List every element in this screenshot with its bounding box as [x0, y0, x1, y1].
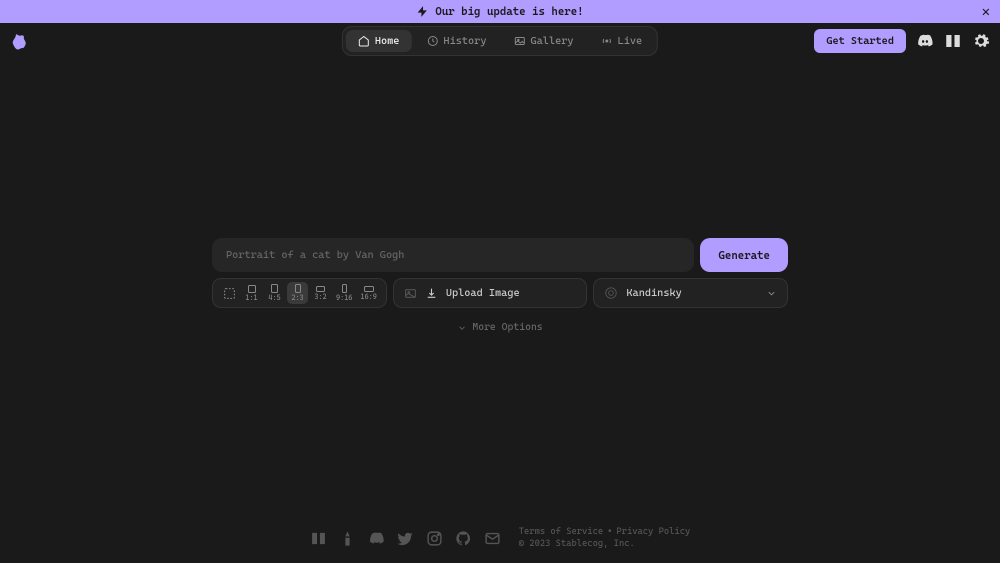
tab-gallery[interactable]: Gallery — [502, 30, 586, 52]
ratio-3-2[interactable]: 3:2 — [310, 284, 331, 303]
discord-icon[interactable] — [916, 32, 934, 50]
app-logo[interactable] — [10, 32, 28, 50]
download-icon — [425, 287, 438, 300]
update-banner: Our big update is here! ✕ — [0, 0, 1000, 23]
email-icon[interactable] — [484, 530, 501, 547]
get-started-button[interactable]: Get Started — [814, 29, 906, 53]
prompt-input[interactable] — [212, 238, 694, 272]
tab-home[interactable]: Home — [346, 30, 412, 52]
github-icon[interactable] — [455, 530, 472, 547]
model-selected: Kandinsky — [626, 287, 681, 299]
tab-live[interactable]: Live — [589, 30, 655, 52]
instagram-icon[interactable] — [426, 530, 443, 547]
aspect-ratio-selector: 1:1 4:5 2:3 3:2 9:16 16:9 — [212, 278, 387, 308]
upload-label: Upload Image — [446, 287, 520, 299]
history-icon — [426, 35, 438, 47]
docs-icon[interactable] — [944, 32, 962, 50]
twitter-icon[interactable] — [397, 530, 414, 547]
gear-icon[interactable] — [972, 32, 990, 50]
ratio-2-3[interactable]: 2:3 — [287, 282, 308, 304]
copyright-text: © 2023 Stablecog, Inc. — [519, 539, 635, 549]
home-icon — [358, 35, 370, 47]
tos-link[interactable]: Terms of Service — [519, 527, 603, 537]
live-icon — [601, 35, 613, 47]
more-options-label: More Options — [472, 322, 542, 333]
tab-history-label: History — [443, 35, 486, 47]
tab-live-label: Live — [618, 35, 643, 47]
blog-icon[interactable] — [339, 530, 356, 547]
aspect-grid-icon[interactable] — [219, 283, 239, 303]
upload-image-button[interactable]: Upload Image — [393, 278, 588, 308]
chevron-down-icon — [457, 323, 467, 333]
image-icon — [404, 287, 417, 300]
ratio-9-16[interactable]: 9:16 — [333, 282, 355, 304]
tab-gallery-label: Gallery — [531, 35, 574, 47]
ratio-16-9[interactable]: 16:9 — [357, 284, 379, 303]
more-options-toggle[interactable]: More Options — [457, 322, 542, 333]
gallery-icon — [514, 35, 526, 47]
privacy-link[interactable]: Privacy Policy — [616, 527, 690, 537]
model-icon — [604, 286, 618, 300]
tab-home-label: Home — [375, 35, 400, 47]
banner-close-button[interactable]: ✕ — [982, 4, 990, 20]
ratio-1-1[interactable]: 1:1 — [241, 283, 262, 304]
ratio-4-5[interactable]: 4:5 — [264, 282, 285, 304]
chevron-down-icon — [766, 288, 777, 299]
docs-icon[interactable] — [310, 530, 327, 547]
banner-text: Our big update is here! — [435, 5, 583, 18]
footer: Terms of Service•Privacy Policy © 2023 S… — [0, 526, 1000, 551]
nav-tabs: Home History Gallery Live — [342, 26, 658, 56]
main-content: Generate 1:1 4:5 2:3 3:2 9:16 16:9 Uploa… — [0, 238, 1000, 333]
model-select[interactable]: Kandinsky — [593, 278, 788, 308]
generate-button[interactable]: Generate — [700, 238, 788, 272]
tab-history[interactable]: History — [414, 30, 498, 52]
discord-icon[interactable] — [368, 530, 385, 547]
lightning-icon — [416, 5, 429, 18]
topbar: Home History Gallery Live Get Started — [0, 23, 1000, 59]
